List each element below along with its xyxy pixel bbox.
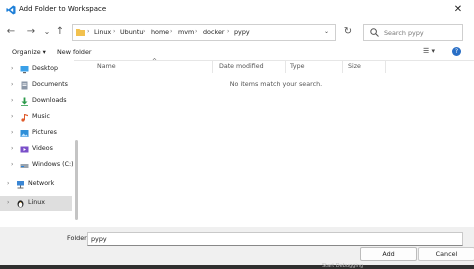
sidebar-item-label: Windows (C:) <box>32 161 74 168</box>
organize-button[interactable]: Organize ▾ <box>12 48 46 56</box>
expand-chevron-icon[interactable]: › <box>7 199 9 206</box>
address-bar[interactable]: › Linux › Ubuntu › home › mvm › docker ›… <box>72 24 336 41</box>
search-icon <box>370 28 379 37</box>
sidebar-item-linux[interactable]: › Linux <box>0 196 72 211</box>
documents-icon <box>21 81 28 90</box>
sidebar-item-label: Network <box>28 180 55 187</box>
empty-message: No items match your search. <box>229 80 323 88</box>
expand-chevron-icon[interactable]: › <box>11 65 13 72</box>
command-bar: Organize ▾ New folder ☰ ▾ ? <box>0 44 474 61</box>
videos-icon <box>20 146 29 153</box>
column-divider[interactable] <box>285 61 286 73</box>
expand-chevron-icon[interactable]: › <box>11 161 13 168</box>
expand-chevron-icon[interactable]: › <box>11 97 13 104</box>
sidebar-item-label: Music <box>32 113 50 120</box>
music-icon <box>21 114 28 122</box>
address-row: ← → ⌄ ↑ › Linux › Ubuntu › home › mvm › … <box>0 20 474 44</box>
expand-chevron-icon[interactable]: › <box>7 180 9 187</box>
breadcrumb-separator: › <box>170 28 173 35</box>
background-strip: Start Debugging <box>0 263 474 269</box>
breadcrumb-separator: › <box>227 28 230 35</box>
downloads-icon <box>21 97 28 106</box>
view-options-icon[interactable]: ☰ ▾ <box>423 47 435 55</box>
new-folder-button[interactable]: New folder <box>57 48 92 56</box>
dialog-window: Add Folder to Workspace ✕ ← → ⌄ ↑ › Linu… <box>0 0 474 265</box>
folder-label: Folder: <box>67 234 89 242</box>
expand-chevron-icon[interactable]: › <box>11 129 13 136</box>
breadcrumb-home[interactable]: home <box>151 28 169 36</box>
column-header-size[interactable]: Size <box>348 63 361 70</box>
linux-icon <box>17 200 24 208</box>
folder-name-input[interactable]: pypy <box>87 232 463 246</box>
folder-icon <box>76 29 85 36</box>
sidebar-item-network[interactable]: › Network <box>0 177 72 192</box>
breadcrumb-docker[interactable]: docker <box>203 28 225 36</box>
refresh-icon[interactable]: ↻ <box>341 25 355 39</box>
add-button[interactable]: Add <box>360 247 417 261</box>
dialog-footer: Folder: pypy Add Cancel <box>0 227 474 265</box>
background-text: Start Debugging <box>322 263 364 269</box>
close-icon[interactable]: ✕ <box>450 3 466 17</box>
desktop-icon <box>20 66 29 74</box>
breadcrumb-separator: › <box>87 28 90 35</box>
sidebar-item-music[interactable]: › Music <box>0 110 72 125</box>
drive-icon <box>20 164 29 168</box>
column-header-type[interactable]: Type <box>290 63 304 70</box>
dialog-title: Add Folder to Workspace <box>19 5 107 13</box>
back-arrow-icon[interactable]: ← <box>4 25 18 39</box>
sidebar-item-label: Pictures <box>32 129 57 136</box>
column-divider[interactable] <box>342 61 343 73</box>
sidebar-item-downloads[interactable]: › Downloads <box>0 94 72 109</box>
folder-name-value: pypy <box>91 235 107 243</box>
breadcrumb-mvm[interactable]: mvm <box>178 28 194 36</box>
forward-arrow-icon[interactable]: → <box>24 25 38 39</box>
sort-indicator-icon: ^ <box>152 58 158 65</box>
search-box[interactable]: Search pypy <box>363 24 463 41</box>
column-header-name[interactable]: Name <box>97 63 116 70</box>
sidebar-item-desktop[interactable]: › Desktop <box>0 62 72 77</box>
sidebar-item-label: Documents <box>32 81 68 88</box>
vscode-app-icon <box>6 5 16 15</box>
up-arrow-icon[interactable]: ↑ <box>53 25 67 39</box>
breadcrumb-separator: › <box>195 28 198 35</box>
help-icon[interactable]: ? <box>452 47 461 56</box>
expand-chevron-icon[interactable]: › <box>11 145 13 152</box>
expand-chevron-icon[interactable]: › <box>11 81 13 88</box>
cancel-button[interactable]: Cancel <box>418 247 474 261</box>
column-divider[interactable] <box>385 61 386 73</box>
sidebar-item-label: Videos <box>32 145 53 152</box>
sidebar-item-pictures[interactable]: › Pictures <box>0 126 72 141</box>
search-placeholder: Search pypy <box>384 29 424 37</box>
navigation-pane: › Desktop › Documents › Downloads › Musi… <box>0 60 74 227</box>
sidebar-item-windows-c[interactable]: › Windows (C:) <box>0 158 74 173</box>
breadcrumb-linux[interactable]: Linux <box>94 28 111 36</box>
column-divider[interactable] <box>212 61 213 73</box>
sidebar-item-label: Desktop <box>32 65 58 72</box>
file-list: Name ^ Date modified Type Size No items … <box>80 58 474 227</box>
network-icon <box>17 181 24 189</box>
breadcrumb-separator: › <box>113 28 116 35</box>
recent-locations-chevron-icon[interactable]: ⌄ <box>40 25 54 39</box>
sidebar-item-label: Downloads <box>32 97 67 104</box>
breadcrumb-pypy[interactable]: pypy <box>234 28 250 36</box>
column-header-date-modified[interactable]: Date modified <box>219 63 264 70</box>
expand-chevron-icon[interactable]: › <box>11 113 13 120</box>
sidebar-scrollbar[interactable] <box>75 140 78 220</box>
pictures-icon <box>20 130 29 137</box>
title-bar: Add Folder to Workspace ✕ <box>0 0 474 20</box>
sidebar-item-documents[interactable]: › Documents <box>0 78 72 93</box>
breadcrumb-ubuntu[interactable]: Ubuntu <box>120 28 143 36</box>
sidebar-item-label: Linux <box>28 199 45 206</box>
breadcrumb-separator: › <box>143 28 146 35</box>
sidebar-item-videos[interactable]: › Videos <box>0 142 72 157</box>
address-dropdown-icon[interactable]: ⌄ <box>324 28 329 35</box>
